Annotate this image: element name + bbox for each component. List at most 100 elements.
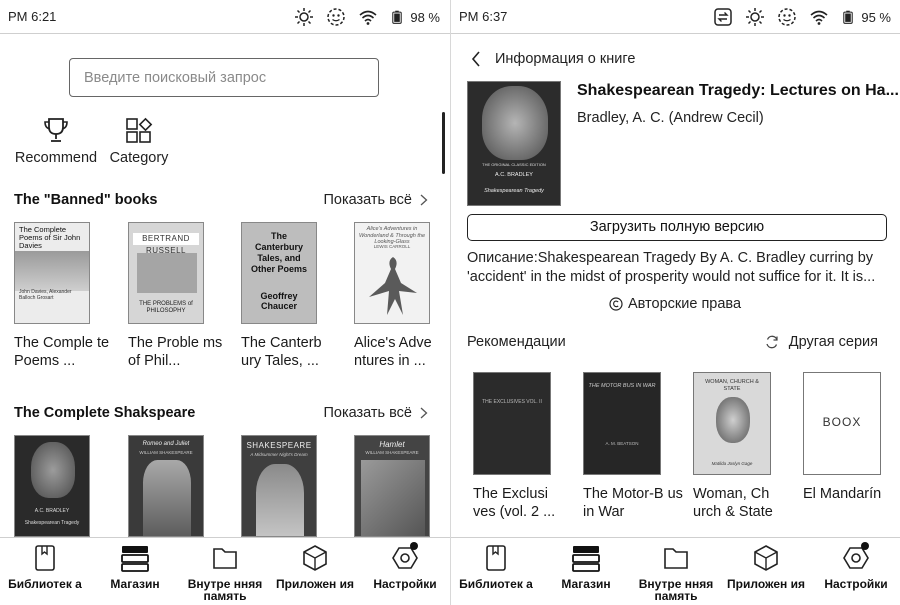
library-icon [35,545,55,571]
book-cover[interactable]: The Complete Poems of Sir John Davies Jo… [14,222,90,324]
category-grid-icon [126,117,153,143]
folder-icon [213,548,237,569]
book-title: The Proble ms of Phil... [128,335,223,369]
nav-apps-label: Приложен ия [727,577,805,591]
cover-title: Alice's Adventures in Wonderland & Throu… [358,226,426,245]
download-full-version-button[interactable]: Загрузить полную версию [467,214,887,241]
book-item[interactable]: SHAKESPEARE A Midsummer Night's Dream [241,435,317,537]
cover-author: Geoffrey Chaucer [260,291,298,311]
book-title: The Motor-B us in War [583,486,683,520]
book-item[interactable]: The Canterbury Tales, and Other Poems Ge… [241,222,322,370]
other-series-button[interactable]: Другая серия [765,334,878,350]
book-item[interactable]: Alice's Adventures in Wonderland & Throu… [354,222,432,370]
book-cover[interactable]: BERTRAND RUSSELL THE PROBLEMS of PHILOSO… [128,222,204,324]
battery-icon [392,10,403,24]
bottom-navigation: Библиотек а Магазин Внутре нняя память П… [0,537,450,605]
refresh-icon [766,335,778,349]
nav-settings-label: Настройки [824,577,888,591]
nav-storage[interactable]: Внутре нняя память [180,544,270,602]
category-button[interactable]: Category [106,116,172,166]
status-time: PM 6:21 [8,9,57,24]
nav-apps[interactable]: Приложен ия [270,544,360,590]
recommendations-title: Рекомендации [467,334,566,350]
book-cover[interactable]: THE EXCLUSIVES VOL. II [473,372,551,475]
boox-logo: BOOX [822,415,862,429]
brightness-icon[interactable] [745,7,765,27]
book-cover[interactable]: Romeo and Juliet WILLIAM SHAKESPEARE [128,435,204,537]
cover-author: WILLIAM SHAKESPEARE [139,450,193,455]
nav-library[interactable]: Библиотек а [0,544,90,590]
nav-library-label: Библиотек а [459,577,533,591]
battery-percent: 95 % [861,9,891,25]
book-cover[interactable]: The Canterbury Tales, and Other Poems Ge… [241,222,317,324]
book-title: Alice's Adve ntures in ... [354,335,432,369]
nav-settings-label: Настройки [373,577,437,591]
book-title: The Comple te Poems ... [14,335,110,369]
book-cover[interactable]: Alice's Adventures in Wonderland & Throu… [354,222,430,324]
book-item[interactable]: Hamlet WILLIAM SHAKESPEARE [354,435,430,537]
nav-store[interactable]: Магазин [541,544,631,590]
book-item[interactable]: BERTRAND RUSSELL THE PROBLEMS of PHILOSO… [128,222,222,370]
nav-storage[interactable]: Внутре нняя память [631,544,721,602]
scrollbar[interactable] [442,112,445,174]
store-icon [572,546,600,572]
other-series-label: Другая серия [788,334,878,350]
nav-library[interactable]: Библиотек а [451,544,541,590]
battery-icon [843,10,854,24]
book-cover[interactable]: SHAKESPEARE A Midsummer Night's Dream [241,435,317,537]
book-item[interactable]: The Complete Poems of Sir John Davies Jo… [14,222,109,370]
book-info-screen: PM 6:37 95 % Информация о книге THE ORIG… [450,0,900,605]
cover-title: WOMAN, CHURCH & STATE [705,379,759,392]
section-title-banned: The "Banned" books [14,192,158,208]
recommended-book[interactable]: WOMAN, CHURCH & STATE Matilda Joslyn Gag… [693,372,773,521]
apps-icon [303,545,327,571]
battery-percent: 98 % [410,9,440,25]
book-cover[interactable]: THE MOTOR BUS IN WAR A. M. BEATSON [583,372,661,475]
notification-dot [861,542,869,550]
cover-title: Romeo and Juliet [142,441,190,447]
show-all-banned-button[interactable]: Показать всё [323,192,428,208]
trophy-icon [44,118,68,142]
refresh-mode-icon[interactable] [777,7,797,27]
show-all-shakspeare-button[interactable]: Показать всё [323,405,428,421]
store-icon [121,546,149,572]
nav-settings[interactable]: Настройки [811,544,900,590]
book-cover[interactable]: Hamlet WILLIAM SHAKESPEARE [354,435,430,537]
book-item[interactable]: Romeo and Juliet WILLIAM SHAKESPEARE [128,435,204,537]
page-title: Информация о книге [495,51,636,67]
cover-title: THE MOTOR BUS IN WAR [588,383,656,389]
book-title: El Mandarín [803,486,882,502]
nav-store[interactable]: Магазин [90,544,180,590]
cover-title: The Canterbury Tales, and Other Poems [250,231,308,274]
book-cover[interactable]: THE ORIGINAL CLASSIC EDITION A.C. BRADLE… [467,81,561,206]
cover-author: Matilda Joslyn Gage [711,461,753,466]
nav-store-label: Магазин [110,577,160,591]
wifi-icon[interactable] [358,7,378,27]
wifi-icon[interactable] [809,7,829,27]
book-description[interactable]: Описание:Shakespearean Tragedy By A. C. … [467,249,887,287]
recommend-button[interactable]: Recommend [14,116,98,166]
refresh-mode-icon[interactable] [326,7,346,27]
book-title: The Canterb ury Tales, ... [241,335,322,369]
status-bar: PM 6:37 95 % [451,0,900,34]
status-bar: PM 6:21 98 % [0,0,450,34]
show-all-label: Показать всё [323,192,412,208]
book-item[interactable]: A.C. BRADLEY Shakespearean Tragedy [14,435,90,537]
recommended-book[interactable]: BOOX El Mandarín [803,372,881,503]
nav-store-label: Магазин [561,577,611,591]
copyright-link[interactable]: Авторские права [609,296,741,312]
book-cover[interactable]: A.C. BRADLEY Shakespearean Tragedy [14,435,90,537]
recommend-label: Recommend [14,150,98,166]
book-cover[interactable]: WOMAN, CHURCH & STATE Matilda Joslyn Gag… [693,372,771,475]
back-button[interactable]: Информация о книге [471,51,635,67]
recommended-book[interactable]: THE EXCLUSIVES VOL. II The Exclusi ves (… [473,372,555,521]
nav-apps[interactable]: Приложен ия [721,544,811,590]
chevron-left-icon [471,51,480,67]
recommended-book[interactable]: THE MOTOR BUS IN WAR A. M. BEATSON The M… [583,372,683,521]
cover-title: THE EXCLUSIVES VOL. II [482,399,542,405]
nav-settings[interactable]: Настройки [360,544,450,590]
brightness-icon[interactable] [294,7,314,27]
transfer-icon[interactable] [713,7,733,27]
search-input[interactable]: Введите поисковый запрос [69,58,379,97]
book-cover[interactable]: BOOX [803,372,881,475]
